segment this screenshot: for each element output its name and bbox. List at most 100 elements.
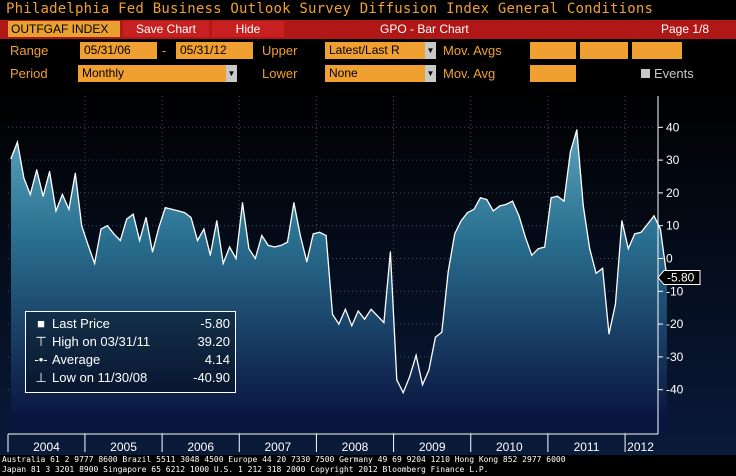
square-icon: ■ (37, 316, 45, 331)
y-tick-label: -20 (666, 317, 684, 331)
y-tick-label: -10 (666, 284, 684, 298)
legend: ■ Last Price -5.80 ⊤ High on 03/31/11 39… (25, 311, 236, 393)
data-point (209, 254, 211, 256)
data-point (634, 233, 636, 235)
y-tick-label: 20 (666, 186, 680, 200)
range-start-field[interactable]: 05/31/06 (80, 42, 157, 59)
upper-label: Upper (262, 43, 298, 58)
page-indicator[interactable]: Page 1/8 (661, 21, 709, 37)
data-point (659, 228, 662, 230)
x-tick-label: 2007 (264, 440, 291, 454)
data-point (171, 208, 173, 210)
data-point (499, 205, 501, 207)
data-point (563, 200, 565, 202)
data-point (42, 195, 44, 197)
data-point (537, 248, 539, 250)
data-point (582, 205, 584, 207)
lower-label: Lower (262, 66, 298, 81)
data-point (511, 200, 514, 202)
x-tick-label: 2005 (110, 440, 137, 454)
data-point (531, 254, 533, 256)
data-point (196, 239, 199, 242)
data-point (524, 236, 527, 238)
chart-title: Philadelphia Fed Business Outlook Survey… (6, 1, 654, 17)
data-point (145, 216, 147, 219)
data-point (286, 241, 289, 243)
hide-button[interactable]: Hide (212, 21, 284, 37)
data-point (177, 210, 179, 212)
data-point (653, 215, 655, 217)
data-point (229, 246, 231, 248)
data-point (49, 171, 51, 173)
data-point (460, 220, 462, 222)
data-point (447, 271, 449, 273)
chevron-down-icon[interactable]: ▼ (425, 42, 436, 59)
data-point (29, 193, 31, 196)
last-value-label: -5.80 (667, 271, 695, 285)
data-point (87, 244, 89, 246)
chevron-down-icon[interactable]: ▼ (425, 65, 436, 82)
data-point (331, 313, 334, 315)
data-point (492, 210, 494, 212)
x-tick-label: 2006 (187, 440, 214, 454)
data-point (383, 321, 385, 324)
data-point (151, 251, 154, 253)
data-point (94, 262, 96, 264)
data-point (389, 251, 391, 253)
chart-svg: 403020100-10-20-30-40-5.80 2004 2005 2006 2… (0, 88, 736, 455)
data-point (203, 228, 205, 230)
chart-type-label: GPO - Bar Chart (380, 22, 469, 36)
data-point (254, 257, 256, 260)
mov-avg-lower-field[interactable] (530, 65, 576, 82)
data-point (550, 197, 552, 199)
x-tick-label: 2009 (419, 440, 446, 454)
legend-low: ⊥ Low on 11/30/08 -40.90 (35, 370, 230, 385)
data-point (428, 369, 430, 371)
data-point (74, 172, 76, 174)
data-point (216, 220, 218, 222)
data-point (132, 213, 134, 215)
range-label: Range (10, 43, 49, 58)
data-point (293, 202, 295, 204)
range-end-field[interactable]: 05/31/12 (176, 42, 253, 59)
data-point (325, 234, 327, 237)
average-line-icon: -•- (34, 352, 48, 367)
data-point (621, 220, 623, 222)
save-chart-button[interactable]: Save Chart (123, 21, 209, 37)
y-tick-label: -30 (666, 350, 684, 364)
data-point (299, 234, 301, 237)
upper-select[interactable]: Latest/Last R (325, 42, 425, 59)
data-point (338, 323, 340, 325)
mov-avg-field-3[interactable] (632, 42, 682, 59)
data-point (158, 226, 160, 228)
events-checkbox[interactable] (641, 69, 650, 78)
data-point (241, 202, 244, 204)
data-point (312, 233, 314, 235)
mov-avg-field-2[interactable] (580, 42, 628, 59)
chevron-down-icon[interactable]: ▼ (226, 65, 237, 82)
data-point (569, 151, 572, 153)
data-point (306, 261, 308, 263)
legend-last-price: ■ Last Price -5.80 (34, 315, 230, 333)
y-tick-label: 0 (666, 252, 673, 266)
lower-select[interactable]: None (325, 65, 425, 82)
period-label: Period (10, 66, 48, 81)
data-point (409, 376, 411, 378)
data-point (261, 234, 263, 237)
x-tick-label: 2011 (574, 440, 600, 454)
footer-line-1: Australia 61 2 9777 8600 Brazil 5511 304… (2, 455, 566, 464)
high-marker-icon: ⊤ (35, 334, 47, 349)
data-point (351, 325, 353, 327)
period-select[interactable]: Monthly (78, 65, 226, 82)
data-point (267, 244, 269, 246)
data-point (544, 246, 546, 248)
ticker-field[interactable]: OUTFGAF INDEX (8, 21, 120, 37)
x-tick-label: 2004 (33, 440, 60, 454)
mov-avg-field-1[interactable] (530, 42, 576, 59)
footer: Australia 61 2 9777 8600 Brazil 5511 304… (0, 455, 736, 476)
data-point (248, 248, 250, 250)
data-point (486, 198, 488, 201)
data-point (164, 207, 166, 209)
data-point (576, 129, 578, 131)
data-point (16, 141, 18, 143)
